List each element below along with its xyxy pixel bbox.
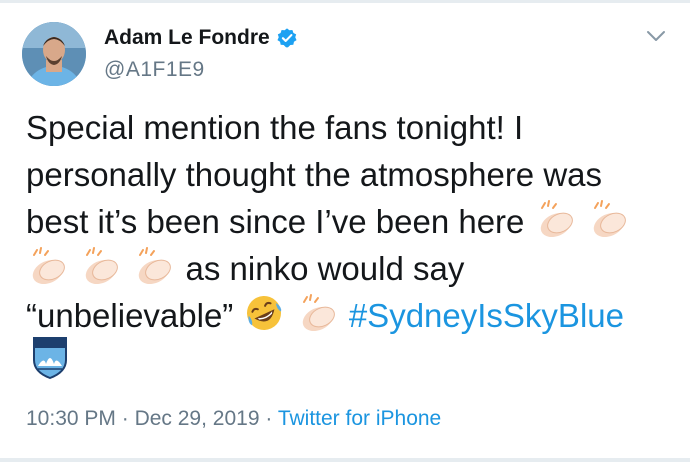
clapping-hands-icon: [540, 200, 573, 238]
display-name[interactable]: Adam Le Fondre: [104, 26, 298, 50]
meta-separator: ·: [121, 407, 129, 430]
tweet-text: personally thought the atmosphere was: [26, 156, 603, 193]
top-border: [0, 0, 690, 3]
tweet-text: “unbelievable”: [26, 297, 234, 334]
chevron-down-icon[interactable]: [644, 26, 668, 46]
meta-separator: ·: [265, 407, 273, 430]
source-link[interactable]: Twitter for iPhone: [278, 407, 441, 430]
sydney-fc-crest-icon: [33, 337, 67, 380]
tweet-line: as ninko would say: [26, 245, 676, 292]
tweet-time[interactable]: 10:30 PM: [26, 407, 116, 430]
handle[interactable]: @A1F1E9: [104, 58, 205, 82]
tweet-line: Special mention the fans tonight! I: [26, 104, 676, 151]
clapping-hands-icon: [139, 247, 172, 285]
tweet-text: as ninko would say: [185, 250, 465, 287]
tweet-text: best it’s been since I’ve been here: [26, 203, 525, 240]
clapping-hands-icon: [593, 200, 626, 238]
tweet-line: personally thought the atmosphere was: [26, 151, 676, 198]
hashtag-link[interactable]: #SydneyIsSkyBlue: [349, 297, 624, 334]
rolling-on-floor-laughing-icon: [247, 296, 282, 330]
tweet-header: Adam Le Fondre @A1F1E9: [22, 22, 672, 88]
verified-badge-icon: [277, 28, 297, 48]
tweet-text: Special mention the fans tonight! I: [26, 109, 524, 146]
tweet-line: “unbelievable” #SydneyIsSkyBlue: [26, 292, 676, 339]
clapping-hands-icon: [302, 294, 335, 332]
display-name-text: Adam Le Fondre: [104, 26, 270, 49]
tweet-body: Special mention the fans tonight! I pers…: [26, 104, 676, 339]
avatar[interactable]: [22, 22, 86, 86]
bottom-border: [0, 458, 690, 462]
tweet-meta: 10:30 PM · Dec 29, 2019 · Twitter for iP…: [26, 407, 441, 431]
clapping-hands-icon: [32, 247, 65, 285]
clapping-hands-icon: [85, 247, 119, 285]
tweet-line: best it’s been since I’ve been here: [26, 198, 676, 245]
tweet-date[interactable]: Dec 29, 2019: [135, 407, 260, 430]
